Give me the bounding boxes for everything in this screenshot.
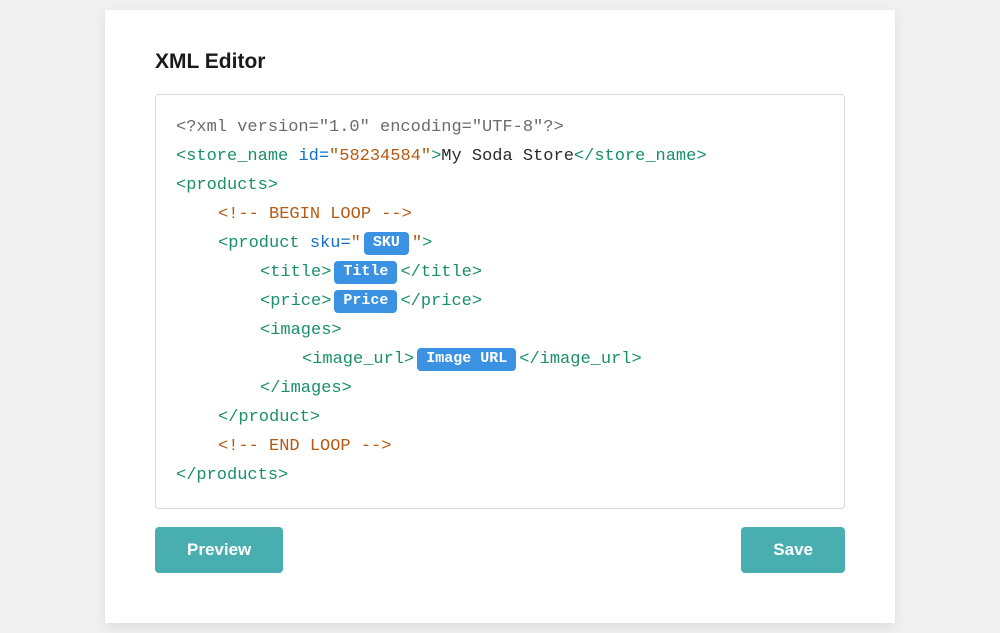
code-line: </images>: [176, 374, 824, 403]
attr-equals: =: [319, 147, 329, 166]
attr-value: 58234584: [339, 147, 421, 166]
tag-open-bracket: <: [260, 292, 270, 311]
code-line: <title>Title</title>: [176, 258, 824, 287]
tag-close-bracket: >: [268, 176, 278, 195]
tag-name: store_name: [594, 147, 696, 166]
tag-name: price: [270, 292, 321, 311]
attr-value-quote: ": [329, 147, 339, 166]
variable-pill-image-url[interactable]: Image URL: [417, 348, 516, 371]
code-line: </product>: [176, 403, 824, 432]
tag-close-bracket: >: [631, 350, 641, 369]
tag-open-bracket: <: [218, 234, 228, 253]
code-line: <products>: [176, 171, 824, 200]
xml-comment: <!-- END LOOP -->: [218, 437, 391, 456]
tag-open-bracket: </: [400, 263, 420, 282]
xml-code-editor[interactable]: <?xml version="1.0" encoding="UTF-8"?> <…: [155, 94, 845, 509]
tag-open-bracket: <: [176, 147, 186, 166]
variable-pill-price[interactable]: Price: [334, 290, 397, 313]
code-line: <?xml version="1.0" encoding="UTF-8"?>: [176, 113, 824, 142]
attr-equals: =: [340, 234, 350, 253]
tag-close-bracket: >: [472, 292, 482, 311]
code-line: <store_name id="58234584">My Soda Store<…: [176, 142, 824, 171]
tag-close-bracket: >: [404, 350, 414, 369]
tag-close-bracket: >: [278, 466, 288, 485]
code-line: </products>: [176, 461, 824, 490]
code-line: <!-- BEGIN LOOP -->: [176, 200, 824, 229]
tag-name: price: [421, 292, 472, 311]
attr-value-quote: ": [412, 234, 422, 253]
tag-open-bracket: <: [176, 176, 186, 195]
tag-name: image_url: [540, 350, 632, 369]
xml-comment: <!-- BEGIN LOOP -->: [218, 205, 412, 224]
tag-name: products: [186, 176, 268, 195]
code-line: <images>: [176, 316, 824, 345]
tag-open-bracket: </: [574, 147, 594, 166]
tag-open-bracket: <: [260, 321, 270, 340]
save-button[interactable]: Save: [741, 527, 845, 573]
variable-pill-sku[interactable]: SKU: [364, 232, 409, 255]
tag-close-bracket: >: [422, 234, 432, 253]
code-line: <image_url>Image URL</image_url>: [176, 345, 824, 374]
tag-close-bracket: >: [431, 147, 441, 166]
xml-declaration: <?xml version="1.0" encoding="UTF-8"?>: [176, 118, 564, 137]
attr-value-quote: ": [351, 234, 361, 253]
tag-name: title: [421, 263, 472, 282]
attr-name: id: [298, 147, 318, 166]
tag-open-bracket: </: [176, 466, 196, 485]
panel-title: XML Editor: [155, 50, 845, 74]
attr-name: sku: [310, 234, 341, 253]
element-text: My Soda Store: [441, 147, 574, 166]
tag-open-bracket: </: [400, 292, 420, 311]
editor-panel: XML Editor <?xml version="1.0" encoding=…: [105, 10, 895, 623]
code-line: <!-- END LOOP -->: [176, 432, 824, 461]
tag-close-bracket: >: [472, 263, 482, 282]
tag-open-bracket: <: [302, 350, 312, 369]
preview-button[interactable]: Preview: [155, 527, 283, 573]
tag-name: image_url: [312, 350, 404, 369]
attr-value-quote: ": [421, 147, 431, 166]
tag-name: product: [238, 408, 309, 427]
tag-open-bracket: </: [218, 408, 238, 427]
tag-close-bracket: >: [310, 408, 320, 427]
code-line: <product sku="SKU">: [176, 229, 824, 258]
tag-name: images: [270, 321, 331, 340]
tag-name: store_name: [186, 147, 288, 166]
tag-close-bracket: >: [331, 321, 341, 340]
tag-open-bracket: </: [519, 350, 539, 369]
tag-close-bracket: >: [696, 147, 706, 166]
tag-open-bracket: </: [260, 379, 280, 398]
tag-name: products: [196, 466, 278, 485]
tag-open-bracket: <: [260, 263, 270, 282]
variable-pill-title[interactable]: Title: [334, 261, 397, 284]
tag-name: title: [270, 263, 321, 282]
tag-close-bracket: >: [321, 263, 331, 282]
code-line: <price>Price</price>: [176, 287, 824, 316]
tag-close-bracket: >: [321, 292, 331, 311]
tag-name: product: [228, 234, 299, 253]
tag-name: images: [280, 379, 341, 398]
tag-close-bracket: >: [342, 379, 352, 398]
button-row: Preview Save: [155, 527, 845, 573]
